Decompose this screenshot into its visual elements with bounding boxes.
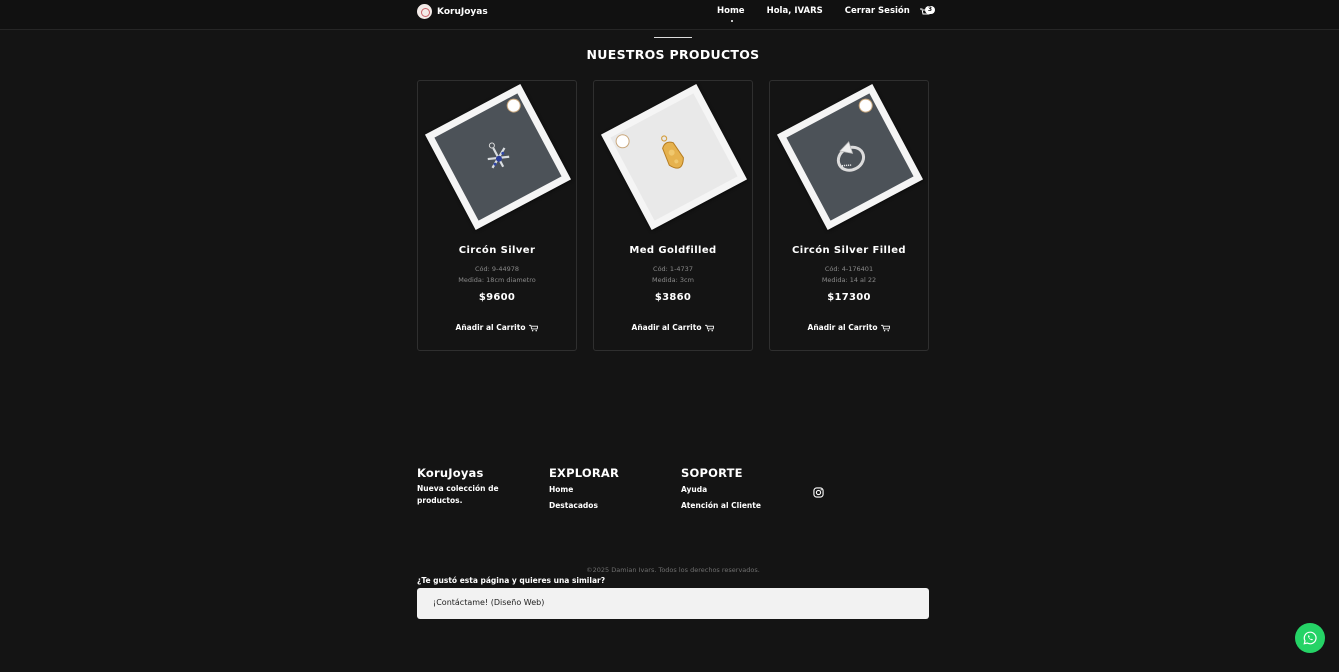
footer-link-home[interactable]: Home	[549, 484, 619, 496]
add-to-cart-label: Añadir al Carrito	[455, 323, 526, 332]
footer-link-featured[interactable]: Destacados	[549, 500, 619, 512]
pendant-icon	[487, 142, 510, 169]
nav-links: Home Hola, IVARS Cerrar Sesión	[717, 6, 932, 22]
product-card: Circón Silver Cód: 9-44978 Medida: 18cm …	[417, 80, 577, 351]
footer-support-column: SOPORTE Ayuda Atención al Cliente	[681, 466, 761, 512]
product-card: Med Goldfilled Cód: 1-4737 Medida: 3cm $…	[593, 80, 753, 351]
instagram-icon[interactable]	[813, 487, 824, 498]
brand-stamp-icon	[613, 131, 633, 151]
product-code: Cód: 4-176401	[824, 265, 874, 273]
add-to-cart-button[interactable]: Añadir al Carrito	[770, 323, 928, 332]
product-image[interactable]	[418, 81, 576, 241]
product-photo-background	[786, 93, 914, 221]
section-title-divider	[654, 37, 692, 38]
pendant-icon	[661, 135, 684, 169]
nav-link-user-greeting[interactable]: Hola, IVARS	[767, 6, 823, 16]
footer-link-help[interactable]: Ayuda	[681, 484, 761, 496]
add-to-cart-label: Añadir al Carrito	[631, 323, 702, 332]
product-name: Med Goldfilled	[629, 245, 717, 256]
whatsapp-icon	[1303, 631, 1317, 645]
product-photo	[600, 83, 748, 231]
cart-count-badge: 3	[925, 6, 935, 14]
product-price: $9600	[478, 292, 516, 303]
footer-brand-text: Nueva colección de productos.	[417, 484, 499, 505]
brand-name: KoruJoyas	[437, 6, 488, 17]
add-to-cart-label: Añadir al Carrito	[807, 323, 878, 332]
nav-cart-button[interactable]: 3	[920, 5, 936, 17]
top-navbar: KoruJoyas Home Hola, IVARS Cerrar Sesión…	[0, 0, 1339, 30]
product-name: Circón Silver Filled	[792, 245, 906, 256]
cart-icon	[881, 324, 891, 331]
product-code: Cód: 1-4737	[653, 265, 693, 273]
footer-support-title: SOPORTE	[681, 466, 743, 480]
nav-link-home[interactable]: Home	[717, 6, 745, 22]
product-card: Circón Silver Filled Cód: 4-176401 Medid…	[769, 80, 929, 351]
add-to-cart-button[interactable]: Añadir al Carrito	[418, 323, 576, 332]
product-price: $3860	[654, 292, 692, 303]
product-size: Medida: 14 al 22	[821, 276, 877, 284]
footer-brand-title: KoruJoyas	[417, 466, 484, 480]
footer-explore-column: EXPLORAR Home Destacados	[549, 466, 619, 512]
cart-icon	[705, 324, 715, 331]
product-image[interactable]	[770, 81, 928, 241]
brand-logo-icon	[417, 4, 432, 19]
web-design-question: ¿Te gustó esta página y quieres una simi…	[417, 576, 606, 585]
brand-stamp-icon	[504, 96, 524, 116]
product-size: Medida: 3cm	[652, 276, 694, 284]
product-photo-background	[610, 93, 738, 221]
product-size: Medida: 18cm diametro	[458, 276, 536, 284]
footer-link-customer-service[interactable]: Atención al Cliente	[681, 500, 761, 512]
nav-link-logout[interactable]: Cerrar Sesión	[845, 6, 910, 16]
section-title: NUESTROS PRODUCTOS	[586, 47, 760, 62]
footer-brand-column: KoruJoyas Nueva colección de productos.	[417, 466, 517, 507]
add-to-cart-button[interactable]: Añadir al Carrito	[594, 323, 752, 332]
product-name: Circón Silver	[458, 245, 536, 256]
cart-icon	[529, 324, 539, 331]
whatsapp-button[interactable]	[1295, 623, 1325, 653]
product-code: Cód: 9-44978	[474, 265, 520, 273]
ring-icon	[836, 141, 866, 172]
footer-explore-title: EXPLORAR	[549, 466, 620, 480]
contact-web-design-button[interactable]: ¡Contáctame! (Diseño Web)	[417, 588, 929, 619]
product-image[interactable]	[594, 81, 752, 241]
brand[interactable]: KoruJoyas	[417, 4, 488, 19]
copyright-text: ©2025 Damian Ivars. Todos los derechos r…	[586, 566, 760, 574]
brand-stamp-icon	[856, 96, 876, 116]
product-photo-background	[434, 93, 562, 221]
product-photo	[424, 83, 572, 231]
product-price: $17300	[827, 292, 871, 303]
product-photo	[776, 83, 924, 231]
